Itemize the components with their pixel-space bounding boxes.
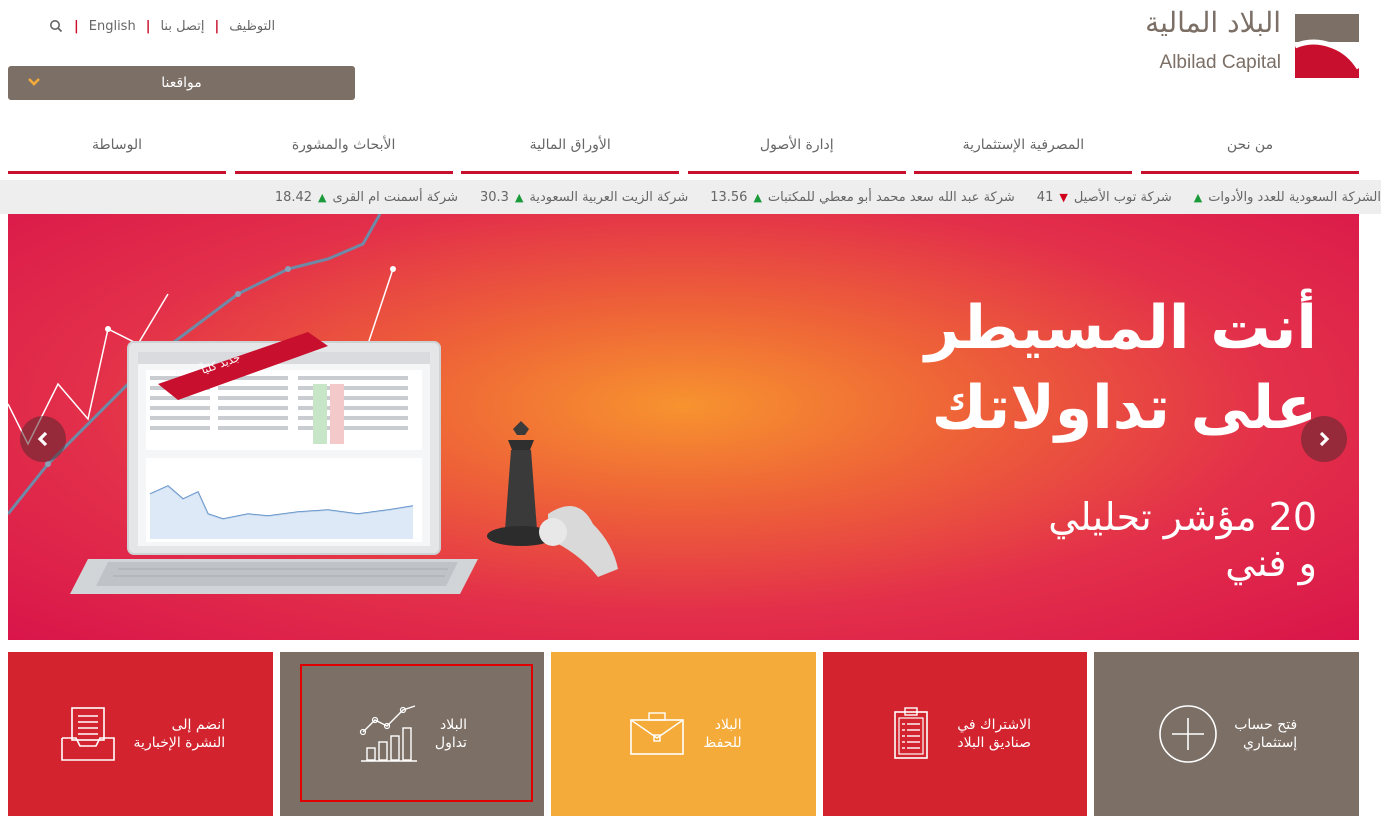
- clipboard-list-icon: [894, 707, 929, 759]
- chevron-right-icon: [1319, 431, 1330, 447]
- header: | English | إتصل بنا | التوظيف مواقعنا ا…: [0, 0, 1381, 110]
- logo-arabic-text: البلاد المالية: [1145, 6, 1281, 39]
- ticker-value: 13.56: [710, 189, 748, 205]
- arrow-up-icon: ▲: [753, 190, 762, 204]
- arrow-up-icon: ▲: [514, 190, 524, 204]
- ticker-value: 18.42: [274, 189, 313, 205]
- ticker-name: شركة أسمنت ام القرى: [332, 189, 459, 205]
- search-icon[interactable]: [48, 18, 64, 34]
- newsletter-inbox-icon: [60, 707, 115, 761]
- divider: |: [145, 18, 151, 34]
- trading-chart-icon: [359, 705, 417, 762]
- nav-item-asset-management[interactable]: إدارة الأصول: [687, 118, 906, 174]
- nav-item-about[interactable]: من نحن: [1140, 118, 1359, 174]
- ticker-item[interactable]: شركة عبد الله سعد محمد أبو معطي للمكتبات…: [710, 190, 1015, 205]
- ticker-item[interactable]: شركة توب الأصيل ▼ 41: [1037, 190, 1172, 205]
- carousel-next-button[interactable]: [1301, 416, 1347, 462]
- ticker-item[interactable]: شركة الزيت العربية السعودية ▲ 30.3: [480, 190, 688, 205]
- hero-subtitle-line2: و فني: [1225, 541, 1317, 585]
- careers-link[interactable]: التوظيف: [229, 19, 275, 34]
- logo-english-text: Albilad Capital: [1159, 52, 1281, 73]
- briefcase-icon: [630, 712, 685, 755]
- ticker-name: شركة عبد الله سعد محمد أبو معطي للمكتبات: [767, 189, 1015, 205]
- chevron-left-icon: [37, 431, 48, 447]
- ticker-name: الشركة السعودية للعدد والأدوات: [1208, 189, 1381, 205]
- arrow-up-icon: ▲: [1193, 190, 1203, 204]
- main-nav: من نحن المصرفية الإستثمارية إدارة الأصول…: [0, 118, 1381, 174]
- ticker-item[interactable]: شركة أسمنت ام القرى ▲ 18.42: [275, 190, 458, 205]
- nav-item-investment-banking[interactable]: المصرفية الإستثمارية: [914, 118, 1133, 174]
- logo[interactable]: البلاد المالية Albilad Capital: [1121, 6, 1361, 80]
- tile-albilad-tadawul[interactable]: البلاد تداول: [279, 652, 545, 816]
- tile-label: البلاد للحفظ: [703, 717, 742, 751]
- tile-open-account[interactable]: فتح حساب إستثماري: [1094, 652, 1359, 816]
- ticker-item[interactable]: الشركة السعودية للعدد والأدوات ▲: [1194, 190, 1381, 205]
- quick-links: فتح حساب إستثماري الاشتراك في صناديق الب…: [8, 652, 1359, 816]
- tile-funds-subscription[interactable]: الاشتراك في صناديق البلاد: [822, 652, 1088, 816]
- top-links: | English | إتصل بنا | التوظيف: [48, 18, 275, 34]
- tile-label: الاشتراك في صناديق البلاد: [957, 717, 1032, 751]
- nav-item-research[interactable]: الأبحاث والمشورة: [234, 118, 453, 174]
- arrow-up-icon: ▲: [318, 190, 327, 204]
- carousel-prev-button[interactable]: [20, 416, 66, 462]
- locations-dropdown[interactable]: مواقعنا: [8, 66, 355, 100]
- divider: |: [74, 18, 79, 34]
- ticker-value: 41: [1036, 189, 1054, 205]
- hero-banner[interactable]: جديد كلياً أنت المسيطر على تداولاتك 20 م…: [8, 214, 1359, 640]
- hero-title-line1: أنت المسيطر: [924, 293, 1317, 363]
- locations-label: مواقعنا: [161, 75, 202, 91]
- ticker-name: شركة توب الأصيل: [1073, 189, 1172, 205]
- ticker-track: شركة أسمنت ام القرى ▲ 18.42 شركة الزيت ا…: [275, 180, 1381, 214]
- arrow-down-icon: ▼: [1059, 190, 1068, 204]
- ticker-value: 30.3: [480, 189, 509, 205]
- hero-subtitle-line1: 20 مؤشر تحليلي: [1048, 495, 1317, 539]
- ticker-name: شركة الزيت العربية السعودية: [529, 189, 689, 205]
- hero-title-line2: على تداولاتك: [931, 373, 1317, 443]
- divider: |: [214, 18, 220, 34]
- language-link[interactable]: English: [89, 19, 136, 34]
- tile-newsletter[interactable]: انضم إلى النشرة الإخبارية: [8, 652, 273, 816]
- contact-link[interactable]: إتصل بنا: [160, 19, 204, 34]
- nav-item-securities[interactable]: الأوراق المالية: [461, 118, 680, 174]
- plus-circle-icon: [1159, 705, 1218, 763]
- tile-label: فتح حساب إستثماري: [1234, 717, 1298, 751]
- nav-item-brokerage[interactable]: الوساطة: [8, 118, 226, 174]
- hero-subtitle: 20 مؤشر تحليلي و فني: [1048, 494, 1317, 586]
- tile-custody[interactable]: البلاد للحفظ: [551, 652, 816, 816]
- hero-title: أنت المسيطر على تداولاتك: [925, 288, 1317, 448]
- chevron-down-icon: [26, 74, 42, 90]
- tile-label: البلاد تداول: [434, 717, 467, 751]
- stock-ticker: شركة أسمنت ام القرى ▲ 18.42 شركة الزيت ا…: [0, 180, 1381, 214]
- logo-mark-icon: [1293, 14, 1361, 78]
- tile-label: انضم إلى النشرة الإخبارية: [133, 717, 226, 751]
